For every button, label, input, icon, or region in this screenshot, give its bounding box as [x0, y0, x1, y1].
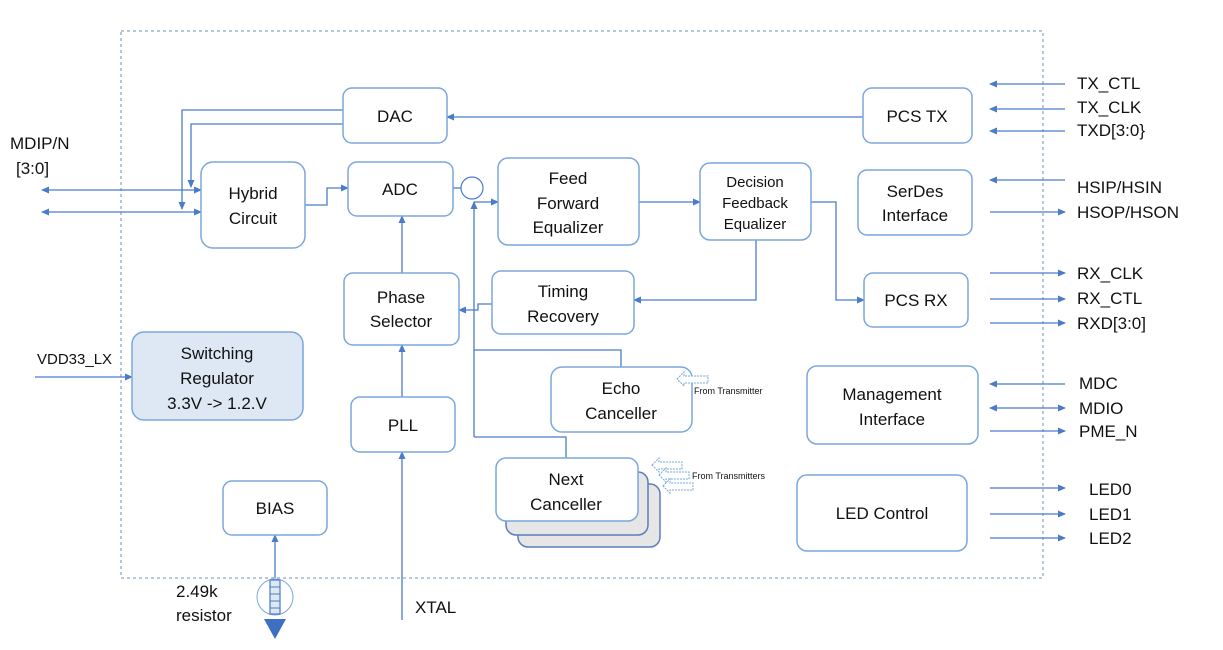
mdip-label: MDIP/N	[10, 134, 70, 153]
summing-node	[460, 176, 484, 200]
dac-block: DAC	[342, 87, 448, 144]
echo-canceller-block: Echo Canceller	[550, 366, 693, 433]
resistor-icon	[256, 578, 294, 616]
feed-forward-equalizer-block: Feed Forward Equalizer	[497, 157, 640, 246]
svg-text:Recovery: Recovery	[527, 307, 599, 326]
svg-text:HSOP/HSON: HSOP/HSON	[1077, 203, 1179, 222]
svg-text:Forward: Forward	[537, 194, 599, 213]
led-control-block: LED Control	[796, 474, 968, 552]
svg-text:RXD[3:0]: RXD[3:0]	[1077, 314, 1146, 333]
svg-text:BIAS: BIAS	[256, 499, 295, 518]
svg-text:Selector: Selector	[370, 312, 433, 331]
svg-text:RX_CLK: RX_CLK	[1077, 264, 1144, 283]
svg-text:Next: Next	[549, 470, 584, 489]
svg-text:3.3V -> 1.2.V: 3.3V -> 1.2.V	[167, 394, 267, 413]
svg-text:SerDes: SerDes	[887, 182, 944, 201]
svg-text:TXD[3:0}: TXD[3:0}	[1077, 121, 1145, 140]
phase-selector-block: Phase Selector	[343, 272, 460, 346]
next-canceller-block: Next Canceller	[495, 457, 661, 548]
svg-text:PLL: PLL	[388, 416, 418, 435]
svg-text:Phase: Phase	[377, 288, 425, 307]
svg-text:From Transmitter: From Transmitter	[694, 386, 763, 396]
svg-text:Equalizer: Equalizer	[533, 218, 604, 237]
mdip-range-label: [3:0]	[16, 159, 49, 178]
hybrid-circuit-block: Hybrid Circuit	[200, 161, 306, 249]
timing-recovery-block: Timing Recovery	[491, 270, 635, 335]
svg-text:HSIP/HSIN: HSIP/HSIN	[1077, 178, 1162, 197]
svg-text:Interface: Interface	[859, 410, 925, 429]
pcs-tx-block: PCS TX	[862, 87, 973, 144]
pll-block: PLL	[350, 396, 456, 453]
svg-text:PME_N: PME_N	[1079, 422, 1138, 441]
right-signals	[989, 80, 1066, 542]
svg-text:Timing: Timing	[538, 282, 588, 301]
phy-block-diagram: DAC Hybrid Circuit ADC Feed Forward Equa…	[10, 30, 1179, 639]
svg-text:Regulator: Regulator	[180, 369, 254, 388]
decision-feedback-equalizer-block: Decision Feedback Equalizer	[699, 162, 812, 241]
svg-text:LED Control: LED Control	[836, 504, 929, 523]
management-interface-block: Management Interface	[806, 365, 979, 445]
switching-regulator-block: Switching Regulator 3.3V -> 1.2.V	[131, 331, 304, 421]
svg-text:ADC: ADC	[382, 180, 418, 199]
svg-text:MDC: MDC	[1079, 374, 1118, 393]
svg-text:MDIO: MDIO	[1079, 399, 1123, 418]
svg-text:RX_CTL: RX_CTL	[1077, 289, 1142, 308]
adc-block: ADC	[347, 161, 454, 217]
serdes-interface-block: SerDes Interface	[857, 169, 973, 236]
svg-text:Hybrid: Hybrid	[228, 184, 277, 203]
bias-block: BIAS	[222, 480, 328, 536]
right-signal-labels: TX_CTL TX_CLK TXD[3:0} HSIP/HSIN HSOP/HS…	[1077, 74, 1179, 548]
svg-text:Circuit: Circuit	[229, 209, 277, 228]
svg-text:Canceller: Canceller	[530, 495, 602, 514]
svg-text:LED2: LED2	[1089, 529, 1132, 548]
svg-text:Equalizer: Equalizer	[724, 216, 787, 233]
svg-text:Canceller: Canceller	[585, 404, 657, 423]
resistor-value-label: 2.49k	[176, 582, 218, 601]
resistor-label: resistor	[176, 606, 232, 625]
svg-text:Echo: Echo	[602, 379, 641, 398]
svg-text:PCS TX: PCS TX	[886, 107, 947, 126]
svg-text:Feed: Feed	[549, 169, 588, 188]
svg-text:TX_CTL: TX_CTL	[1077, 74, 1140, 93]
svg-text:From Transmitters: From Transmitters	[692, 471, 766, 481]
vdd-label: VDD33_LX	[37, 351, 112, 368]
svg-text:LED0: LED0	[1089, 480, 1132, 499]
from-transmitters-arrows-icon: From Transmitters	[651, 456, 766, 495]
svg-text:DAC: DAC	[377, 107, 413, 126]
pcs-rx-block: PCS RX	[863, 272, 969, 328]
ground-icon	[264, 619, 286, 639]
svg-text:Interface: Interface	[882, 206, 948, 225]
svg-text:Switching: Switching	[181, 344, 254, 363]
svg-text:Decision: Decision	[726, 174, 784, 191]
svg-text:PCS RX: PCS RX	[884, 291, 947, 310]
xtal-label: XTAL	[415, 598, 456, 617]
svg-text:Feedback: Feedback	[722, 195, 788, 212]
svg-text:LED1: LED1	[1089, 505, 1132, 524]
svg-text:Management: Management	[842, 385, 942, 404]
svg-text:TX_CLK: TX_CLK	[1077, 98, 1142, 117]
